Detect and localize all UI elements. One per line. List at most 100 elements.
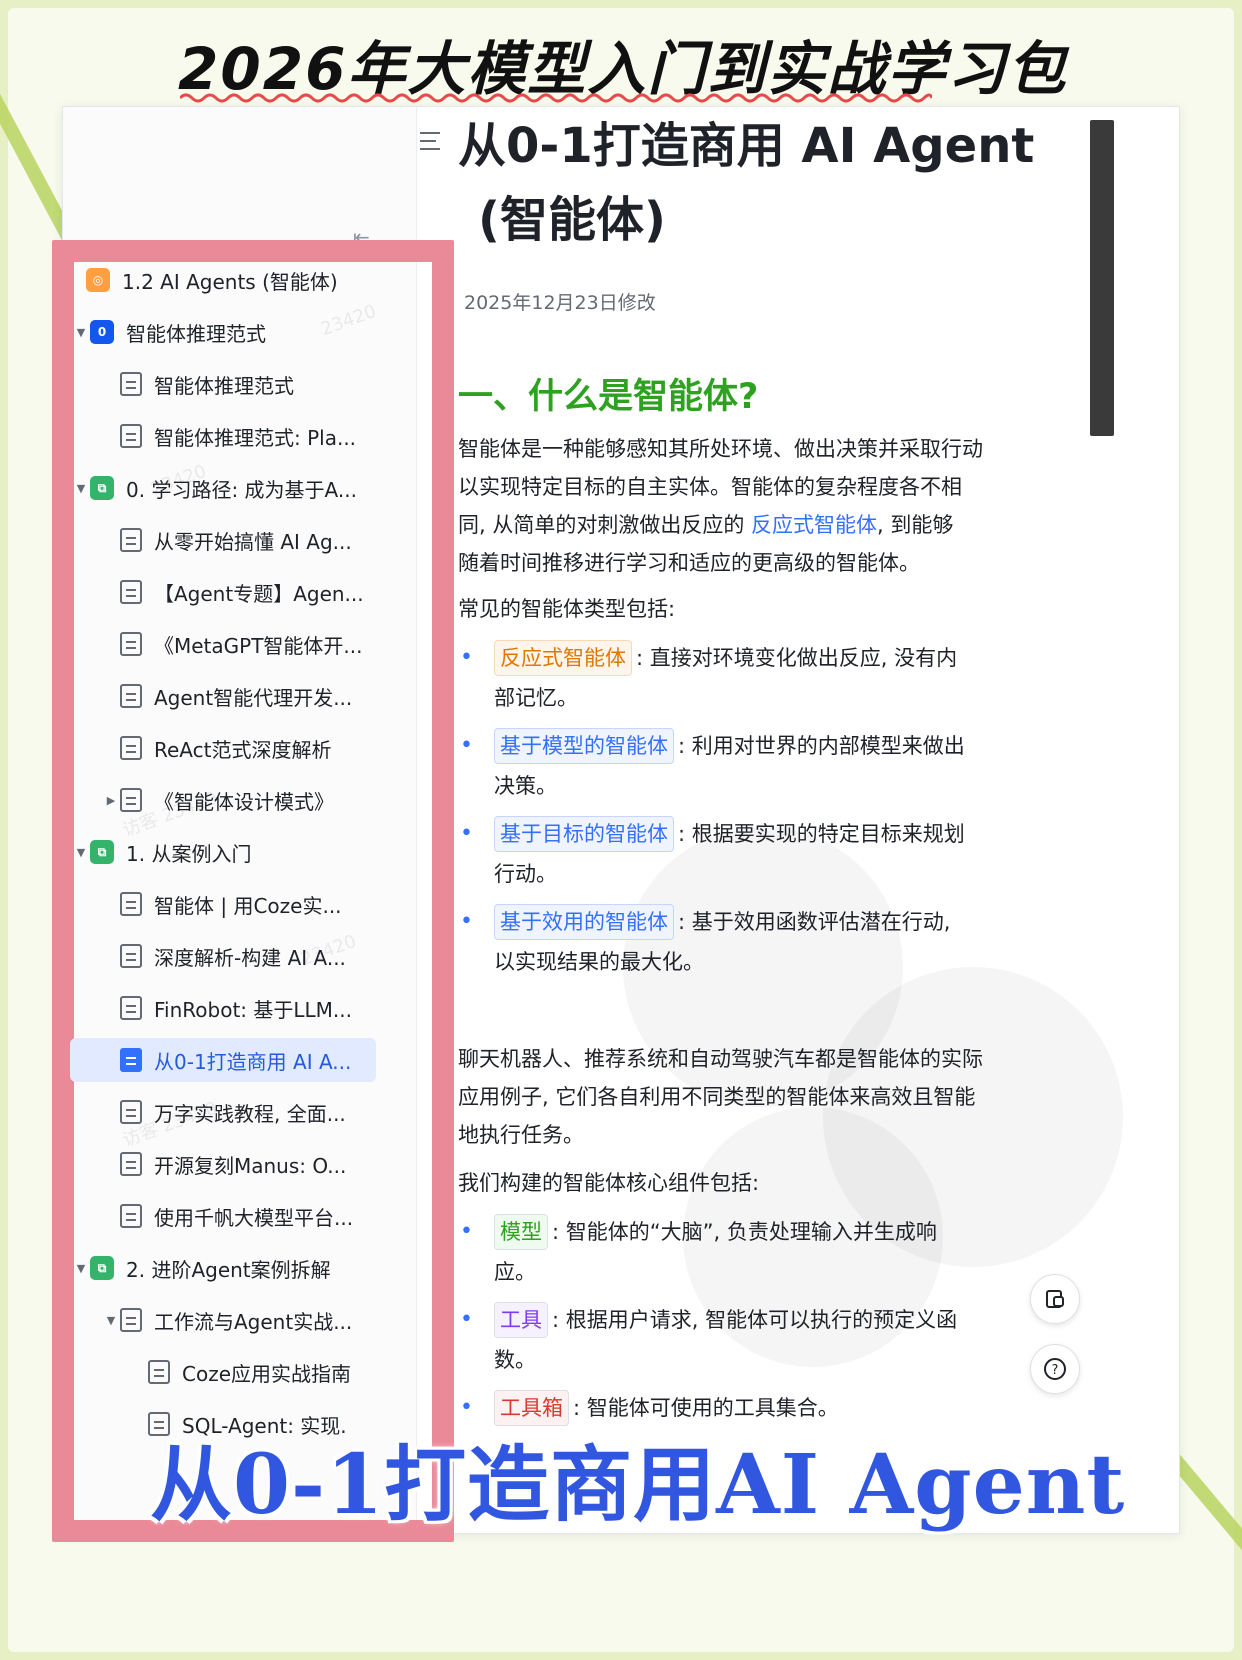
sidebar-item[interactable]: ▼ 工作流与Agent实战...: [102, 1298, 352, 1342]
sidebar-item-label: 【Agent专题】Agen...: [154, 581, 364, 606]
document-icon: [120, 632, 142, 656]
app-icon: ◎: [86, 268, 110, 292]
document-icon: [120, 684, 142, 708]
list-item-desc-cont: 行动。: [494, 862, 557, 886]
list-item-desc-cont: 应。: [494, 1260, 536, 1284]
sidebar-item-label: 开源复刻Manus: O...: [154, 1153, 347, 1178]
content-scrollbar[interactable]: [1090, 120, 1114, 436]
list-item-text: 反应式智能体: 直接对环境变化做出反应, 没有内部记忆。: [494, 638, 1046, 718]
help-icon: ?: [1044, 1358, 1066, 1380]
bullet-icon: •: [460, 645, 473, 670]
sidebar-item-label: 使用千帆大模型平台...: [154, 1205, 354, 1230]
sidebar-item[interactable]: ▼ ⧉ 2. 进阶Agent案例拆解: [72, 1246, 331, 1290]
sidebar-item[interactable]: FinRobot: 基于LLM...: [102, 986, 352, 1030]
list-item-desc-cont: 部记忆。: [494, 686, 578, 710]
paragraph-line: 聊天机器人、推荐系统和自动驾驶汽车都是智能体的实际: [458, 1047, 983, 1071]
sidebar-item[interactable]: Coze应用实战指南: [130, 1350, 351, 1394]
inline-tag[interactable]: 工具: [494, 1302, 548, 1338]
list-item-desc: : 智能体可使用的工具集合。: [573, 1396, 839, 1420]
list-item-text: 基于效用的智能体: 基于效用函数评估潜在行动, 以实现结果的最大化。: [494, 902, 1046, 982]
feedback-button[interactable]: [1030, 1274, 1080, 1324]
sidebar-root[interactable]: ◎ 1.2 AI Agents (智能体): [68, 258, 338, 302]
sidebar-item-label: 2. 进阶Agent案例拆解: [126, 1257, 331, 1282]
document-icon: [120, 1308, 142, 1332]
list-item-desc-cont: 决策。: [494, 774, 557, 798]
feedback-icon: [1046, 1290, 1064, 1308]
sidebar-item[interactable]: Agent智能代理开发...: [102, 674, 352, 718]
document-icon: [120, 736, 142, 760]
list-item-desc: : 根据要实现的特定目标来规划: [678, 822, 965, 846]
list-item-desc: : 基于效用函数评估潜在行动,: [678, 910, 951, 934]
document-icon: [120, 1048, 142, 1072]
modified-date: 2025年12月23日修改: [464, 292, 656, 314]
bullet-icon: •: [460, 1307, 473, 1332]
sidebar-item[interactable]: 开源复刻Manus: O...: [102, 1142, 346, 1186]
document-icon: [120, 996, 142, 1020]
document-icon: [120, 892, 142, 916]
list-item-desc-cont: 以实现结果的最大化。: [494, 950, 704, 974]
types-intro: 常见的智能体类型包括:: [458, 597, 676, 621]
list-item-desc: : 智能体的“大脑”, 负责处理输入并生成响: [552, 1220, 937, 1244]
sidebar-item[interactable]: 《MetaGPT智能体开...: [102, 622, 363, 666]
sidebar-item[interactable]: ReAct范式深度解析: [102, 726, 331, 770]
sidebar-item[interactable]: 智能体推理范式: [102, 362, 294, 406]
inline-tag[interactable]: 模型: [494, 1214, 548, 1250]
folder-icon: 0: [90, 320, 114, 344]
sidebar-item[interactable]: ▼ ⧉ 0. 学习路径: 成为基于A...: [72, 466, 357, 510]
sidebar-item[interactable]: 从零开始搞懂 AI Ag...: [102, 518, 352, 562]
inline-tag[interactable]: 基于效用的智能体: [494, 904, 674, 940]
inline-tag[interactable]: 基于目标的智能体: [494, 816, 674, 852]
chevron-icon[interactable]: ▼: [72, 846, 90, 859]
sidebar-item[interactable]: ▼ 0 智能体推理范式: [72, 310, 266, 354]
paragraph-line: 以实现特定目标的自主实体。智能体的复杂程度各不相: [458, 475, 962, 499]
inline-tag[interactable]: 基于模型的智能体: [494, 728, 674, 764]
folder-icon: ⧉: [90, 840, 114, 864]
bullet-icon: •: [460, 733, 473, 758]
toc-menu-icon[interactable]: [420, 130, 444, 152]
document-icon: [120, 788, 142, 812]
chevron-icon[interactable]: ▼: [72, 1262, 90, 1275]
paragraph-line: 地执行任务。: [458, 1123, 584, 1147]
sidebar-item-label: Coze应用实战指南: [182, 1361, 352, 1386]
list-item-text: 基于目标的智能体: 根据要实现的特定目标来规划行动。: [494, 814, 1046, 894]
sidebar-item[interactable]: 【Agent专题】Agen...: [102, 570, 364, 614]
document-icon: [120, 1204, 142, 1228]
sidebar-root-label: 1.2 AI Agents (智能体): [122, 269, 338, 294]
sidebar-item-label: FinRobot: 基于LLM...: [154, 997, 352, 1022]
paragraph-line: 随着时间推移进行学习和适应的更高级的智能体。: [458, 551, 920, 575]
help-button[interactable]: ?: [1030, 1344, 1080, 1394]
sidebar-item-label: 智能体推理范式: [154, 373, 294, 398]
document-title: 从0-1打造商用 AI Agent: [458, 118, 1035, 174]
sidebar-item-label: 从零开始搞懂 AI Ag...: [154, 529, 352, 554]
sidebar-item-label: 工作流与Agent实战...: [154, 1309, 353, 1334]
paragraph-line: 智能体是一种能够感知其所处环境、做出决策并采取行动: [458, 437, 983, 461]
reactive-agent-link[interactable]: 反应式智能体: [751, 513, 877, 537]
sidebar-item[interactable]: 智能体 | 用Coze实...: [102, 882, 342, 926]
list-item-text: 模型: 智能体的“大脑”, 负责处理输入并生成响 应。: [494, 1212, 1046, 1292]
inline-tag[interactable]: 反应式智能体: [494, 640, 632, 676]
chevron-icon[interactable]: ▶: [102, 794, 120, 807]
sidebar-item-label: 智能体推理范式: Pla...: [154, 425, 357, 450]
document-icon: [120, 944, 142, 968]
section-heading: 一、什么是智能体?: [458, 377, 759, 417]
sidebar-item-label: Agent智能代理开发...: [154, 685, 353, 710]
sidebar-item-label: 《MetaGPT智能体开...: [154, 633, 363, 658]
paragraph-line: 应用例子, 它们各自利用不同类型的智能体来高效且智能: [458, 1085, 976, 1109]
list-item-desc: : 直接对环境变化做出反应, 没有内: [636, 646, 958, 670]
list-item-desc: : 利用对世界的内部模型来做出: [678, 734, 965, 758]
chevron-icon[interactable]: ▼: [102, 1314, 120, 1327]
folder-icon: ⧉: [90, 1256, 114, 1280]
paragraph: 智能体是一种能够感知其所处环境、做出决策并采取行动 以实现特定目标的自主实体。智…: [458, 430, 1058, 582]
list-item-text: 基于模型的智能体: 利用对世界的内部模型来做出决策。: [494, 726, 1046, 806]
list-item-desc: : 根据用户请求, 智能体可以执行的预定义函: [552, 1308, 958, 1332]
chevron-icon[interactable]: ▼: [72, 482, 90, 495]
sidebar-item[interactable]: ▼ ⧉ 1. 从案例入门: [72, 830, 251, 874]
sidebar-item[interactable]: 智能体推理范式: Pla...: [102, 414, 356, 458]
sidebar-item[interactable]: 使用千帆大模型平台...: [102, 1194, 353, 1238]
sidebar-item[interactable]: 从0-1打造商用 AI A...: [70, 1038, 376, 1082]
list-item-text: 工具: 根据用户请求, 智能体可以执行的预定义函 数。: [494, 1300, 1046, 1380]
document-title-line2: (智能体): [478, 192, 666, 248]
bottom-banner: 从0-1打造商用AI Agent: [150, 1437, 1126, 1533]
sidebar-item-label: 智能体推理范式: [126, 321, 266, 346]
chevron-icon[interactable]: ▼: [72, 326, 90, 339]
